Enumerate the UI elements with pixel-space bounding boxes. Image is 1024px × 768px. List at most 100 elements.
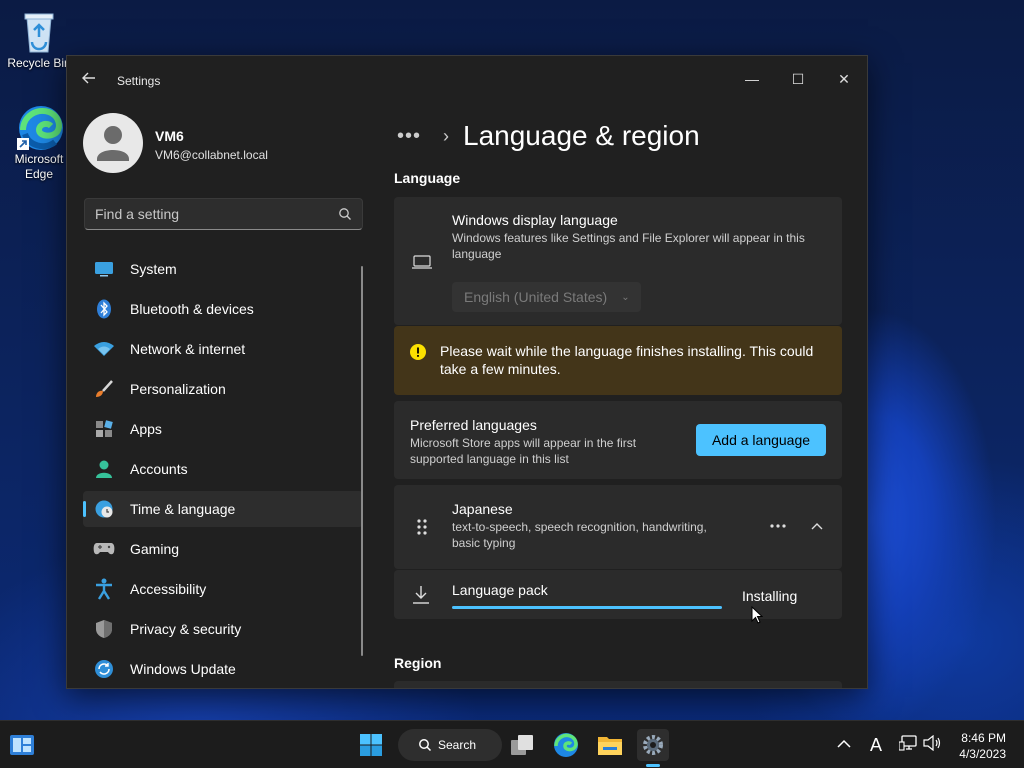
clock-time: 8:46 PM xyxy=(961,731,1006,745)
page-title: Language & region xyxy=(463,120,700,151)
sidebar-item-gaming[interactable]: Gaming xyxy=(83,531,363,567)
back-button[interactable] xyxy=(81,70,101,90)
breadcrumb: ••• › Language & region xyxy=(397,116,700,156)
task-view-icon xyxy=(511,735,533,755)
search-input[interactable] xyxy=(95,206,325,222)
language-pack-progress xyxy=(452,606,722,609)
gear-icon xyxy=(643,735,663,755)
preferred-languages-title: Preferred languages xyxy=(410,417,537,433)
sidebar-item-accounts[interactable]: Accounts xyxy=(83,451,363,487)
sidebar-item-network[interactable]: Network & internet xyxy=(83,331,363,367)
folder-icon xyxy=(598,737,622,755)
bluetooth-icon xyxy=(93,298,115,320)
sidebar-item-label: Personalization xyxy=(130,381,226,397)
taskbar-search-label: Search xyxy=(438,738,477,752)
wifi-icon xyxy=(93,338,115,360)
taskbar-search[interactable]: Search xyxy=(398,729,502,761)
update-icon xyxy=(93,658,115,680)
minimize-button[interactable]: — xyxy=(729,64,775,94)
sidebar-item-time-language[interactable]: Time & language xyxy=(83,491,363,527)
chevron-right-icon: › xyxy=(443,125,450,146)
chevron-up-icon xyxy=(837,739,851,748)
install-warning-banner: Please wait while the language finishes … xyxy=(394,326,842,395)
settings-window: Settings — ☐ ✕ VM6 VM6@collabnet.local S… xyxy=(66,55,868,689)
sidebar-item-windows-update[interactable]: Windows Update xyxy=(83,651,363,687)
chevron-down-icon: ⌄ xyxy=(621,291,630,303)
drag-handle-icon[interactable] xyxy=(416,518,428,536)
sidebar-item-label: Network & internet xyxy=(130,341,246,357)
user-icon xyxy=(97,126,129,161)
volume-tray[interactable] xyxy=(922,734,942,755)
region-card xyxy=(394,681,842,688)
clock-date: 4/3/2023 xyxy=(959,747,1006,761)
taskbar-settings[interactable] xyxy=(637,729,669,761)
network-icon xyxy=(898,735,917,751)
close-button[interactable]: ✕ xyxy=(821,64,867,94)
sidebar-scrollbar[interactable] xyxy=(361,266,363,656)
search-box[interactable] xyxy=(84,198,363,230)
add-language-button[interactable]: Add a language xyxy=(696,424,826,456)
network-tray[interactable] xyxy=(898,735,918,755)
avatar[interactable] xyxy=(83,113,143,173)
active-app-indicator xyxy=(646,764,660,767)
clock[interactable]: 8:46 PM 4/3/2023 xyxy=(959,730,1006,762)
windows-logo-icon xyxy=(360,734,382,756)
sidebar-item-privacy[interactable]: Privacy & security xyxy=(83,611,363,647)
more-options-icon[interactable] xyxy=(770,524,786,528)
display-language-dropdown[interactable]: English (United States) ⌄ xyxy=(452,282,641,312)
time-language-icon xyxy=(93,498,115,520)
language-item-japanese[interactable]: Japanese text-to-speech, speech recognit… xyxy=(394,485,842,569)
sidebar-item-label: Privacy & security xyxy=(130,621,242,637)
sidebar-nav: System Bluetooth & devices Network & int… xyxy=(83,251,363,688)
speaker-icon xyxy=(923,734,941,752)
laptop-icon xyxy=(412,255,432,269)
brush-icon xyxy=(93,378,115,400)
shield-icon xyxy=(93,618,115,640)
sidebar-item-label: Apps xyxy=(130,421,162,437)
breadcrumb-more-button[interactable]: ••• xyxy=(397,125,421,148)
display-language-card: Windows display language Windows feature… xyxy=(394,197,842,325)
region-section-title: Region xyxy=(394,655,442,671)
sidebar-item-label: Gaming xyxy=(130,541,180,557)
sidebar-item-system[interactable]: System xyxy=(83,251,363,287)
japanese-title: Japanese xyxy=(452,501,513,517)
chevron-up-icon[interactable] xyxy=(811,522,823,530)
sidebar-item-accessibility[interactable]: Accessibility xyxy=(83,571,363,607)
back-arrow-icon xyxy=(82,72,95,84)
maximize-button[interactable]: ☐ xyxy=(775,64,821,94)
sidebar-item-personalization[interactable]: Personalization xyxy=(83,371,363,407)
preferred-languages-description: Microsoft Store apps will appear in the … xyxy=(410,436,637,466)
taskbar-file-explorer[interactable] xyxy=(594,729,626,761)
widgets-button[interactable] xyxy=(6,729,38,761)
sidebar-item-apps[interactable]: Apps xyxy=(83,411,363,447)
ime-indicator[interactable]: A xyxy=(866,735,886,755)
language-pack-title: Language pack xyxy=(452,582,548,598)
task-view-button[interactable] xyxy=(506,729,538,761)
show-hidden-icons-button[interactable] xyxy=(834,735,854,755)
warning-icon xyxy=(410,344,426,360)
sidebar-item-label: System xyxy=(130,261,177,277)
mouse-cursor-icon xyxy=(751,606,763,624)
window-title: Settings xyxy=(117,74,161,88)
edge-icon xyxy=(17,104,63,150)
display-language-description: Windows features like Settings and File … xyxy=(452,231,805,261)
edge-label: Microsoft Edge xyxy=(14,152,64,181)
language-pack-status: Installing xyxy=(742,588,798,604)
taskbar: Search A 8:46 PM 4/3/2023 xyxy=(0,720,1024,768)
profile-email: VM6@collabnet.local xyxy=(155,148,268,162)
gamepad-icon xyxy=(93,538,115,560)
title-bar[interactable]: Settings — ☐ ✕ xyxy=(67,56,867,106)
profile-name: VM6 xyxy=(155,128,184,144)
display-language-selected: English (United States) xyxy=(464,289,608,305)
system-icon xyxy=(93,258,115,280)
language-pack-row: Language pack Installing xyxy=(394,570,842,619)
sidebar-item-label: Accounts xyxy=(130,461,188,477)
taskbar-edge[interactable] xyxy=(550,729,582,761)
start-button[interactable] xyxy=(355,729,387,761)
search-icon xyxy=(419,739,432,752)
accessibility-icon xyxy=(93,578,115,600)
recycle-bin-icon xyxy=(17,8,61,53)
search-icon[interactable] xyxy=(338,207,352,221)
sidebar-item-bluetooth[interactable]: Bluetooth & devices xyxy=(83,291,363,327)
widgets-icon xyxy=(10,735,34,755)
